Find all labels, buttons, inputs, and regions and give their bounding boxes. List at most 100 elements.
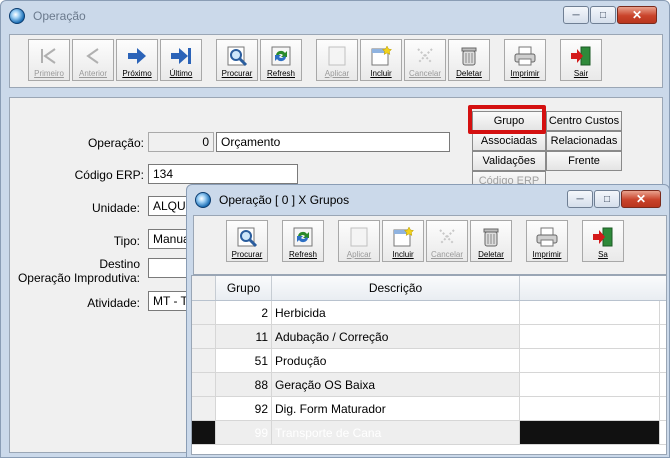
toolbar-button-procurar[interactable]: Procurar	[216, 39, 258, 81]
table-row[interactable]: 92 Dig. Form Maturador	[192, 397, 666, 421]
main-toolbar: Primeiro Anterior Próximo Último Procurar Ref…	[9, 34, 663, 88]
unidade-field[interactable]: ALQUE	[148, 196, 188, 216]
toolbar-button-label: Imprimir	[532, 250, 562, 259]
dialog-toolbar: Procurar Refresh Aplicar Incluir Cancelar Del…	[193, 215, 667, 275]
table-row[interactable]: 11 Adubação / Correção	[192, 325, 666, 349]
next-arrow-icon	[125, 45, 149, 67]
toolbar-button-imprimir[interactable]: Imprimir	[526, 220, 568, 262]
row-indicator	[192, 349, 216, 372]
tipo-label: Tipo:	[113, 234, 140, 248]
operacao-label: Operação:	[87, 136, 144, 150]
dialog-close-icon[interactable]: ✕	[621, 190, 661, 208]
main-window-title: Operação	[33, 9, 86, 23]
toolbar-button-label: Cancelar	[430, 250, 463, 259]
cell-descricao: Adubação / Correção	[272, 325, 520, 348]
row-indicator	[192, 325, 216, 348]
toolbar-button-cancelar[interactable]: Cancelar	[426, 220, 468, 262]
toolbar-button-label: Próximo	[122, 69, 152, 78]
groups-dialog: Operação [ 0 ] X Grupos ─ □ ✕ Procurar Re…	[186, 184, 670, 458]
toolbar-button-label: Sair	[573, 69, 589, 78]
grid-header: Grupo Descrição	[192, 276, 666, 301]
apply-icon	[347, 226, 371, 248]
toolbar-button-label: Anterior	[78, 69, 107, 78]
table-row[interactable]: 88 Geração OS Baixa	[192, 373, 666, 397]
dialog-minimize-icon[interactable]: ─	[567, 190, 593, 208]
toolbar-button-label: Deletar	[456, 69, 482, 78]
validacoes-button[interactable]: Validações	[472, 151, 546, 171]
toolbar-button-anterior[interactable]: Anterior	[72, 39, 114, 81]
column-header-empty	[520, 276, 660, 300]
toolbar-button-label: Refresh	[266, 69, 295, 78]
cell-empty	[520, 397, 660, 420]
search-icon	[235, 226, 259, 248]
cell-descricao: Produção	[272, 349, 520, 372]
table-row[interactable]: 99 Transporte de Cana	[192, 421, 666, 445]
minimize-icon[interactable]: ─	[563, 6, 589, 24]
associadas-button[interactable]: Associadas	[472, 131, 546, 151]
previous-icon	[81, 45, 105, 67]
grid-body: 2 Herbicida 11 Adubação / Correção 51 Produçã…	[192, 301, 666, 445]
row-indicator	[192, 373, 216, 396]
grid-header-indicator	[192, 276, 216, 300]
toolbar-button-deletar[interactable]: Deletar	[470, 220, 512, 262]
toolbar-button-sa[interactable]: Sa	[582, 220, 624, 262]
toolbar-button-refresh[interactable]: Refresh	[260, 39, 302, 81]
cell-descricao: Dig. Form Maturador	[272, 397, 520, 420]
cell-grupo: 2	[216, 301, 272, 324]
trash-icon	[479, 226, 503, 248]
refresh-icon	[291, 226, 315, 248]
operacao-name-field[interactable]: Orçamento	[216, 132, 450, 152]
groups-grid: Grupo Descrição 2 Herbicida 11 Adubação / C…	[191, 275, 667, 455]
toolbar-button-ultimo[interactable]: Último	[160, 39, 202, 81]
toolbar-button-label: Refresh	[288, 250, 317, 259]
toolbar-button-proximo[interactable]: Próximo	[116, 39, 158, 81]
toolbar-button-aplicar[interactable]: Aplicar	[338, 220, 380, 262]
table-row[interactable]: 51 Produção	[192, 349, 666, 373]
destino-field[interactable]	[148, 258, 188, 278]
trash-icon	[457, 45, 481, 67]
maximize-icon[interactable]: □	[590, 6, 616, 24]
dialog-title: Operação [ 0 ] X Grupos	[219, 193, 350, 207]
codigo-erp-field[interactable]: 134	[148, 164, 298, 184]
frente-button[interactable]: Frente	[546, 151, 622, 171]
cell-descricao: Geração OS Baixa	[272, 373, 520, 396]
toolbar-button-aplicar[interactable]: Aplicar	[316, 39, 358, 81]
grupo-highlight-box	[468, 105, 546, 134]
unidade-label: Unidade:	[91, 201, 140, 215]
cell-empty	[520, 421, 660, 444]
printer-icon	[535, 226, 559, 248]
toolbar-button-incluir[interactable]: Incluir	[382, 220, 424, 262]
toolbar-button-label: Aplicar	[346, 250, 372, 259]
dialog-maximize-icon[interactable]: □	[594, 190, 620, 208]
toolbar-button-incluir[interactable]: Incluir	[360, 39, 402, 81]
toolbar-button-procurar[interactable]: Procurar	[226, 220, 268, 262]
include-icon	[391, 226, 415, 248]
toolbar-button-primeiro[interactable]: Primeiro	[28, 39, 70, 81]
toolbar-button-imprimir[interactable]: Imprimir	[504, 39, 546, 81]
cell-grupo: 88	[216, 373, 272, 396]
destino-label-2: Operação Improdutiva:	[17, 271, 140, 285]
relacionadas-button[interactable]: Relacionadas	[546, 131, 622, 151]
centro-custos-button[interactable]: Centro Custos	[546, 111, 622, 131]
toolbar-button-label: Cancelar	[408, 69, 441, 78]
toolbar-button-label: Procurar	[231, 250, 263, 259]
tipo-field[interactable]: Manua	[148, 229, 188, 249]
toolbar-button-refresh[interactable]: Refresh	[282, 220, 324, 262]
toolbar-button-label: Primeiro	[34, 69, 64, 78]
toolbar-button-label: Sa	[598, 250, 608, 259]
close-icon[interactable]: ✕	[617, 6, 657, 24]
column-header-grupo[interactable]: Grupo	[216, 276, 272, 300]
atividade-field[interactable]: MT - TI	[148, 291, 188, 311]
toolbar-button-label: Incluir	[370, 69, 392, 78]
printer-icon	[513, 45, 537, 67]
row-indicator	[192, 301, 216, 324]
toolbar-button-deletar[interactable]: Deletar	[448, 39, 490, 81]
codigo-erp-label: Código ERP:	[74, 168, 144, 182]
column-header-descricao[interactable]: Descrição	[272, 276, 520, 300]
table-row[interactable]: 2 Herbicida	[192, 301, 666, 325]
cell-empty	[520, 373, 660, 396]
cell-grupo: 11	[216, 325, 272, 348]
toolbar-button-cancelar[interactable]: Cancelar	[404, 39, 446, 81]
cell-empty	[520, 349, 660, 372]
toolbar-button-sair[interactable]: Sair	[560, 39, 602, 81]
